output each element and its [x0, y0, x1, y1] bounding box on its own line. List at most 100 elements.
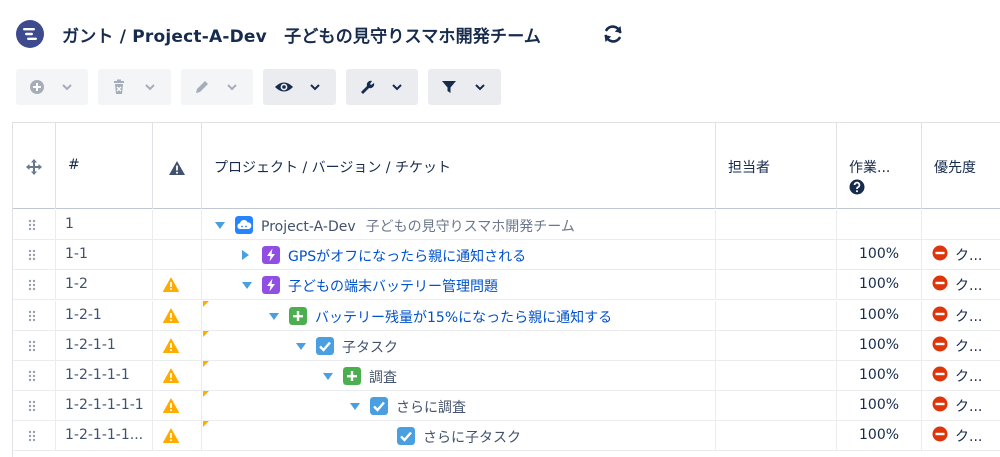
task-icon: [370, 397, 388, 416]
priority-label: ク...: [955, 338, 983, 355]
progress-column-header[interactable]: 作業...: [837, 123, 922, 209]
chevron-down-icon: [62, 84, 72, 91]
grid-header: # プロジェクト / バージョン / チケット 担当者 作業... 優先度: [13, 123, 1000, 209]
drag-handle-icon: [28, 310, 36, 321]
progress-value: 100%: [859, 427, 900, 444]
chevron-down-icon: [145, 84, 155, 91]
page-title: ガント / Project-A-Dev 子どもの見守りスマホ開発チーム: [62, 27, 542, 47]
grid-cell: [716, 421, 837, 452]
ticket-title: 子どもの端末バッテリー管理問題: [288, 279, 498, 296]
grid-cell: [716, 240, 837, 271]
number-column-header[interactable]: #: [56, 123, 153, 209]
filter-icon: [442, 81, 456, 93]
ticket-title: Project-A-Dev: [261, 219, 356, 235]
epic-icon: [262, 276, 280, 295]
table-row[interactable]: 1-2 子どもの端末バッテリー管理問題 100% ク...: [13, 270, 1000, 301]
table-row[interactable]: 1-2-1 バッテリー残量が15%になったら親に通知する 100% ク...: [13, 300, 1000, 331]
priority-label: ク...: [955, 399, 983, 416]
grid-cell: [922, 210, 1000, 240]
table-row[interactable]: 1 Project-A-Dev 子どもの見守りスマホ開発チーム: [13, 210, 1000, 240]
wrench-icon: [361, 80, 375, 94]
table-row[interactable]: 1-2-1-1-1-1 さらに調査 100% ク...: [13, 391, 1000, 422]
warning-icon: [163, 428, 179, 444]
ticket-link[interactable]: GPSがオフになったら親に通知される: [288, 246, 526, 266]
drag-handle-icon: [28, 431, 36, 442]
toggle-expanded-icon[interactable]: [269, 312, 279, 321]
ticket-label: Project-A-Dev 子どもの見守りスマホ開発チーム: [261, 216, 575, 236]
table-row[interactable]: 1-2-1-1-1... さらに子タスク 100% ク...: [13, 421, 1000, 452]
drag-handle-icon: [28, 400, 36, 412]
priority-label: ク...: [955, 248, 983, 265]
assignee-column-header[interactable]: 担当者: [716, 123, 837, 209]
warning-icon: [163, 338, 179, 353]
ticket-label: 調査: [369, 367, 397, 387]
row-number: 1-1: [65, 246, 88, 263]
ticket-link[interactable]: 子どもの端末バッテリー管理問題: [288, 276, 498, 296]
move-icon: [26, 159, 42, 175]
toggle-expanded-icon[interactable]: [323, 373, 333, 381]
warning-icon: [163, 308, 179, 323]
drag-handle-icon: [28, 340, 36, 351]
warning-column-header[interactable]: [153, 123, 202, 209]
grid-cell: [716, 361, 837, 391]
drag-handle-icon: [28, 249, 36, 261]
chevron-down-icon: [392, 84, 402, 91]
chevron-down-icon: [310, 84, 320, 91]
ticket-title: さらに子タスク: [423, 430, 521, 447]
toggle-expanded-icon[interactable]: [215, 222, 225, 230]
eye-icon: [275, 82, 293, 92]
priority-label: ク...: [955, 308, 983, 325]
drag-handle-icon: [28, 280, 36, 291]
warning-icon: [163, 398, 179, 414]
row-number: 1-2-1-1-1: [65, 367, 130, 383]
priority-label: ク...: [955, 369, 983, 385]
refresh-icon[interactable]: [601, 22, 625, 46]
priority-blocker-icon: [932, 306, 948, 322]
progress-value: 100%: [859, 397, 900, 414]
gantt-grid: # プロジェクト / バージョン / チケット 担当者 作業... 優先度 1 P…: [12, 122, 1000, 457]
toggle-collapsed-icon[interactable]: [242, 250, 250, 261]
table-row[interactable]: 1-2-1-1-1 調査 100% ク...: [13, 361, 1000, 391]
table-row[interactable]: 1-2-1-1 子タスク 100% ク...: [13, 330, 1000, 361]
priority-column-header[interactable]: 優先度: [922, 123, 1000, 209]
row-number: 1-2-1-1: [65, 336, 116, 353]
task-icon: [316, 336, 334, 355]
table-row[interactable]: 1-1 GPSがオフになったら親に通知される 100% ク...: [13, 240, 1000, 271]
drag-column-header[interactable]: [13, 123, 56, 209]
filter-menu-button[interactable]: [428, 69, 501, 105]
toggle-expanded-icon[interactable]: [296, 342, 306, 351]
chevron-down-icon: [475, 84, 485, 91]
priority-blocker-icon: [932, 426, 948, 442]
progress-value: 100%: [859, 246, 900, 263]
help-icon[interactable]: [849, 179, 865, 195]
view-menu-button[interactable]: [263, 69, 336, 105]
row-number: 1-2-1-1-1...: [65, 427, 144, 444]
priority-blocker-icon: [932, 396, 948, 412]
grid-cell: [716, 300, 837, 331]
tools-menu-button[interactable]: [346, 69, 418, 105]
ticket-link[interactable]: バッテリー残量が15%になったら親に通知する: [315, 307, 612, 327]
edit-menu-button[interactable]: [181, 69, 253, 105]
row-number: 1-2-1: [65, 306, 102, 323]
name-column-header[interactable]: プロジェクト / バージョン / チケット: [202, 123, 716, 209]
grid-cell: [716, 210, 837, 240]
task-icon: [397, 427, 415, 446]
toggle-expanded-icon[interactable]: [242, 282, 252, 290]
change-marker: [203, 391, 209, 398]
change-marker: [203, 330, 209, 337]
priority-blocker-icon: [932, 336, 948, 352]
warning-icon: [163, 277, 179, 293]
ticket-title: 子タスク: [342, 339, 398, 356]
delete-menu-button[interactable]: [98, 69, 171, 105]
drag-handle-icon: [28, 219, 36, 231]
story-icon: [343, 367, 361, 385]
progress-value: 100%: [859, 306, 900, 323]
progress-value: 100%: [859, 367, 900, 383]
row-number: 1: [65, 216, 74, 232]
drag-handle-icon: [28, 370, 36, 382]
ticket-label: さらに調査: [396, 397, 466, 417]
ticket-title: バッテリー残量が15%になったら親に通知する: [315, 309, 613, 326]
add-menu-button[interactable]: [16, 69, 88, 105]
project-icon: [235, 216, 253, 234]
toggle-expanded-icon[interactable]: [350, 403, 360, 411]
